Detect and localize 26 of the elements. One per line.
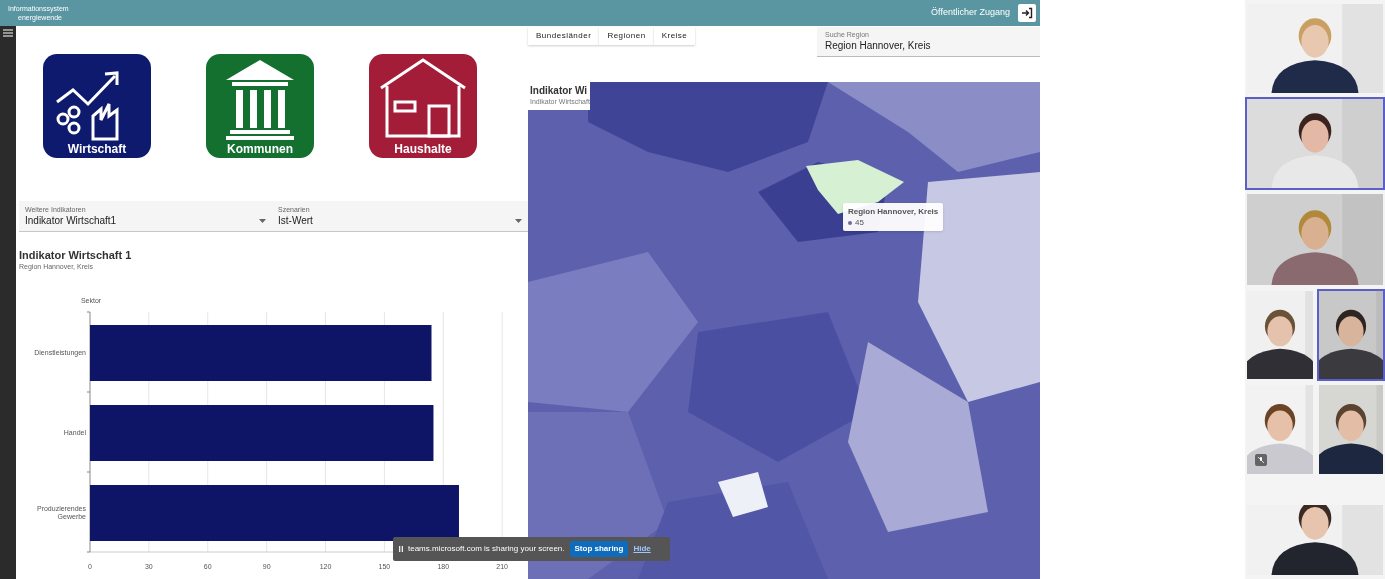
- menu-icon[interactable]: [3, 29, 13, 37]
- dropdown-value: Indikator Wirtschaft1: [25, 214, 117, 228]
- tooltip-value: 45: [855, 217, 864, 228]
- tab[interactable]: Bundesländer: [528, 27, 600, 45]
- logout-button[interactable]: [1018, 4, 1036, 22]
- caret-icon: [259, 219, 266, 223]
- logout-icon: [1021, 7, 1033, 19]
- tooltip-title: Region Hannover, Kreis: [848, 206, 939, 217]
- tab[interactable]: Kreise: [653, 27, 696, 45]
- map-title: Indikator Wi: [530, 84, 589, 97]
- category-label: Wirtschaft: [67, 142, 127, 156]
- category-tile[interactable]: Kommunen: [206, 54, 314, 158]
- pause-icon: [399, 546, 403, 552]
- category-tile[interactable]: Haushalte: [369, 54, 477, 158]
- hide-link[interactable]: Hide: [633, 543, 651, 555]
- stop-sharing-button[interactable]: Stop sharing: [569, 541, 629, 557]
- tab[interactable]: Regionen: [599, 27, 654, 45]
- dropdown-value: Ist-Wert: [278, 214, 313, 228]
- category-label: Haushalte: [394, 142, 452, 156]
- chart-title: Indikator Wirtschaft 1: [19, 248, 133, 262]
- category-tile[interactable]: Wirtschaft: [43, 54, 151, 158]
- caret-icon: [515, 219, 522, 223]
- category-label: Kommunen: [227, 142, 293, 156]
- access-label: Öffentlicher Zugang: [931, 6, 1010, 20]
- share-message: teams.microsoft.com is sharing your screen.: [408, 543, 565, 555]
- mic-muted-icon: [1255, 454, 1267, 466]
